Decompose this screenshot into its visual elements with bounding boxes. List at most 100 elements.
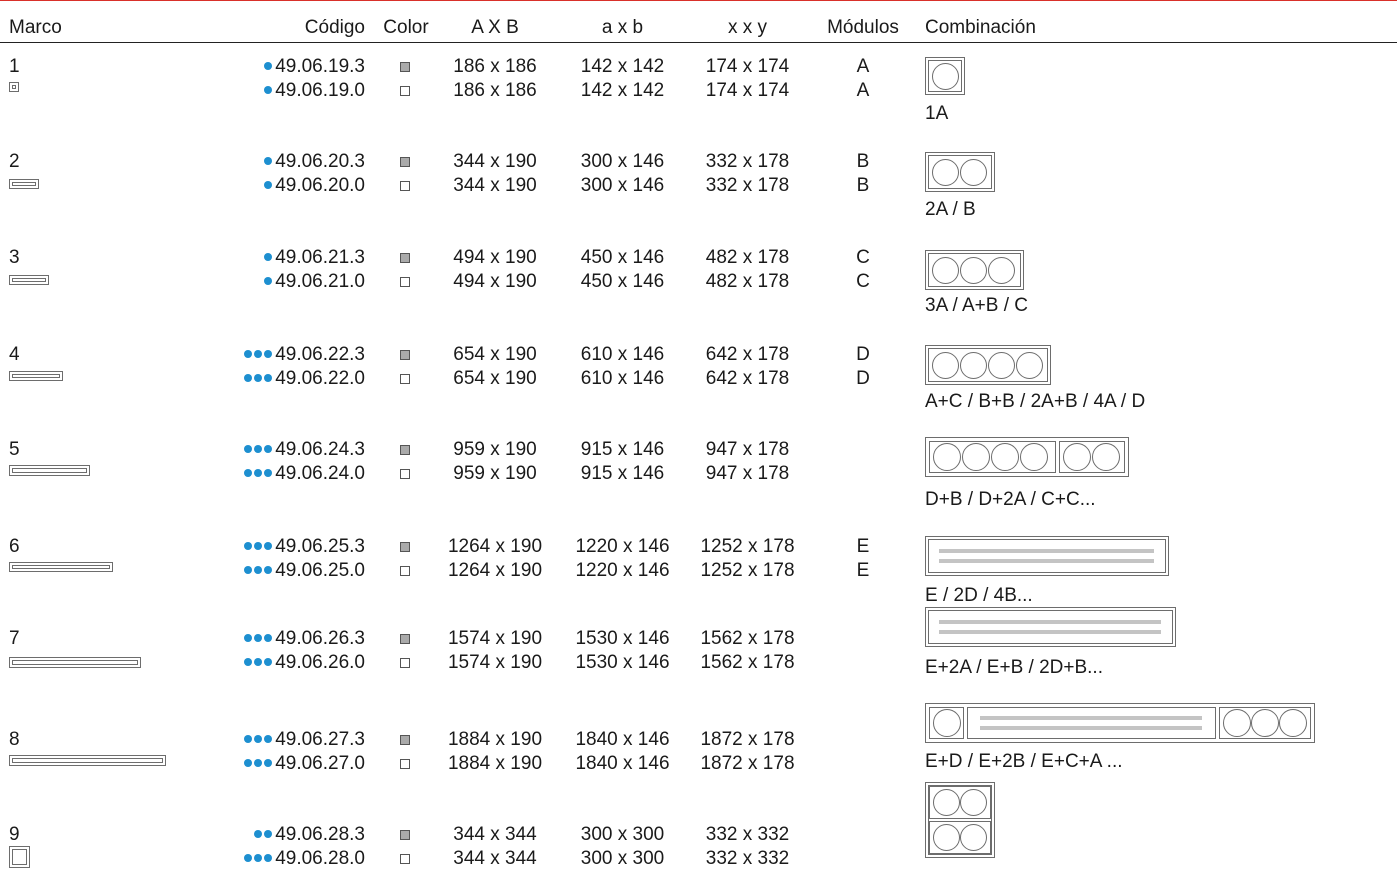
product-code: 49.06.25.0 <box>200 561 365 580</box>
module-circle <box>960 352 987 379</box>
xy-dimensions: 642 x 178 <box>705 344 790 365</box>
outer-dimensions: 1264 x 190 <box>447 560 543 581</box>
product-code-text: 49.06.22.3 <box>275 344 365 365</box>
marco-number: 2 <box>9 151 20 172</box>
product-code: 49.06.21.3 <box>200 248 365 267</box>
marco-number: 1 <box>9 56 20 77</box>
availability-dot <box>264 830 273 838</box>
availability-dots <box>242 536 273 557</box>
availability-dots <box>242 652 273 673</box>
product-code: 49.06.20.3 <box>200 152 365 171</box>
outer-dimensions: 1574 x 190 <box>447 628 543 649</box>
module-frame <box>929 441 1056 473</box>
outer-dimensions: 1884 x 190 <box>447 753 543 774</box>
availability-dot <box>254 350 263 358</box>
combination-drawing-9 <box>925 782 995 858</box>
outer-dimensions: 654 x 190 <box>453 344 537 365</box>
color-swatch-gray <box>400 350 410 360</box>
module-letter: A <box>856 56 870 77</box>
product-code: 49.06.26.3 <box>200 629 365 648</box>
inner-dimensions: 1530 x 146 <box>575 628 670 649</box>
combination-label: E+2A / E+B / 2D+B... <box>925 657 1103 678</box>
product-code-text: 49.06.28.0 <box>275 848 365 869</box>
module-circle <box>960 789 987 816</box>
module-circle <box>960 159 987 186</box>
module-circle <box>933 443 961 471</box>
availability-dot <box>264 542 273 550</box>
accent-line <box>0 0 1397 1</box>
availability-dot <box>244 542 253 550</box>
outer-dimensions: 654 x 190 <box>453 368 537 389</box>
inner-dimensions: 300 x 146 <box>580 151 665 172</box>
combination-label: 2A / B <box>925 199 976 220</box>
header-axb-outer: A X B <box>471 17 519 38</box>
availability-dots <box>242 753 273 774</box>
product-code-text: 49.06.19.3 <box>275 56 365 77</box>
xy-dimensions: 332 x 178 <box>705 175 790 196</box>
availability-dot <box>254 735 263 743</box>
combination-label: 1A <box>925 103 949 124</box>
availability-dot <box>264 566 273 574</box>
inner-dimensions: 142 x 142 <box>580 80 665 101</box>
availability-dot <box>264 854 273 862</box>
xy-dimensions: 174 x 174 <box>705 56 790 77</box>
xy-dimensions: 482 x 178 <box>705 247 790 268</box>
availability-dots <box>242 628 273 649</box>
availability-dot <box>244 445 253 453</box>
availability-dot <box>244 854 253 862</box>
availability-dot <box>264 735 273 743</box>
availability-dots <box>262 80 273 101</box>
availability-dot <box>264 634 273 642</box>
marco-number: 9 <box>9 824 20 845</box>
availability-dot <box>264 253 273 261</box>
product-code-text: 49.06.25.3 <box>275 536 365 557</box>
outer-dimensions: 494 x 190 <box>453 271 537 292</box>
module-circle <box>1092 443 1120 471</box>
availability-dot <box>254 830 263 838</box>
module-bar <box>939 630 1161 634</box>
availability-dot <box>244 350 253 358</box>
module-bar <box>980 716 1202 720</box>
xy-dimensions: 1562 x 178 <box>700 628 795 649</box>
module-circle <box>960 824 987 851</box>
combination-label: E / 2D / 4B... <box>925 585 1033 606</box>
outer-dimensions: 1884 x 190 <box>447 729 543 750</box>
color-swatch-white <box>400 86 410 96</box>
availability-dot <box>244 658 253 666</box>
header-divider <box>0 42 1397 43</box>
xy-dimensions: 1252 x 178 <box>700 536 795 557</box>
availability-dots <box>262 247 273 268</box>
module-circle <box>932 352 959 379</box>
outer-dimensions: 186 x 186 <box>453 56 537 77</box>
availability-dot <box>254 566 263 574</box>
availability-dot <box>244 634 253 642</box>
color-swatch-white <box>400 759 410 769</box>
color-swatch-white <box>400 469 410 479</box>
xy-dimensions: 947 x 178 <box>705 463 790 484</box>
frame-shape-icon <box>9 371 63 381</box>
availability-dot <box>254 854 263 862</box>
availability-dot <box>254 445 263 453</box>
frame-shape-icon <box>9 846 30 868</box>
module-bar <box>980 726 1202 730</box>
module-circle <box>932 257 959 284</box>
xy-dimensions: 174 x 174 <box>705 80 790 101</box>
availability-dots <box>262 175 273 196</box>
inner-dimensions: 915 x 146 <box>580 463 665 484</box>
product-code: 49.06.26.0 <box>200 653 365 672</box>
product-code: 49.06.22.0 <box>200 369 365 388</box>
marco-number: 4 <box>9 344 20 365</box>
availability-dot <box>264 62 273 70</box>
availability-dots <box>242 463 273 484</box>
availability-dot <box>244 759 253 767</box>
outer-dimensions: 344 x 190 <box>453 151 537 172</box>
module-letter: E <box>856 536 870 557</box>
frame-shape-icon <box>9 275 49 285</box>
header-xxy: x x y <box>727 17 768 38</box>
product-code: 49.06.28.3 <box>200 825 365 844</box>
outer-dimensions: 1574 x 190 <box>447 652 543 673</box>
inner-dimensions: 1840 x 146 <box>575 753 670 774</box>
product-code: 49.06.28.0 <box>200 849 365 868</box>
module-frame <box>1059 441 1125 473</box>
module-bar <box>939 559 1154 563</box>
